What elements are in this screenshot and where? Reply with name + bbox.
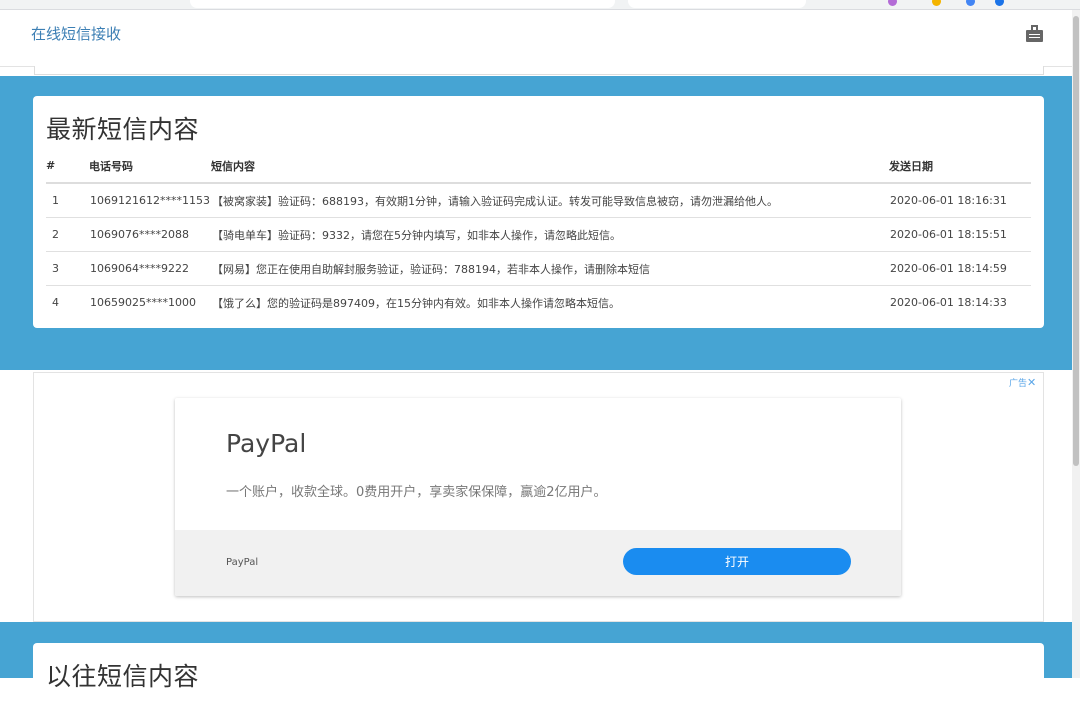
ad-choices-label: 广告 [1009,379,1028,389]
row-phone: 1069064****9222 [89,251,211,286]
row-date: 2020-06-01 18:14:59 [889,251,1031,286]
row-number: 2 [46,217,89,252]
navbar-toggle-button[interactable] [1024,23,1046,45]
row-content: 【饿了么】您的验证码是897409，在15分钟内有效。如非本人操作请忽略本短信。 [211,296,620,310]
toolbox-icon [1029,37,1040,38]
row-phone: 1069076****2088 [89,217,211,252]
scrollbar-thumb[interactable] [1073,16,1079,466]
row-content: 【被窝家装】验证码：688193，有效期1分钟，请输入验证码完成认证。转发可能导… [210,183,889,218]
navbar: 在线短信接收 [0,10,1072,67]
row-date: 2020-06-01 18:15:51 [889,217,1031,252]
ad-open-button[interactable]: 打开 [623,548,851,575]
extension-icon[interactable] [932,0,941,6]
extension-icon[interactable] [995,0,1004,6]
ad-brand: PayPal [226,557,259,568]
row-date: 2020-06-01 18:14:33 [890,296,1007,309]
browser-toolbar [0,0,1080,10]
table-row: 4 10659025****1000 【饿了么】您的验证码是897409，在15… [46,286,1031,320]
search-box[interactable] [628,0,806,8]
extension-icon[interactable] [966,0,975,6]
ad-card[interactable]: PayPal 一个账户，收款全球。0费用开户，享卖家保保障，赢逾2亿用户。 Pa… [175,398,901,596]
table-row: 1 1069121612****1153 【被窝家装】验证码：688193，有效… [46,183,1031,218]
extension-icon[interactable] [888,0,897,6]
table-header-row: # 电话号码 短信内容 发送日期 [46,149,1031,184]
ad-description: 一个账户，收款全球。0费用开户，享卖家保保障，赢逾2亿用户。 [226,485,607,500]
latest-messages-table: # 电话号码 短信内容 发送日期 1 1069121612****1153 【被… [46,149,1031,319]
previous-messages-card: 以往短信内容 [33,643,1044,703]
latest-messages-card: 最新短信内容 # 电话号码 短信内容 发送日期 1 1069121612****… [33,96,1044,328]
previous-messages-title: 以往短信内容 [46,662,200,691]
site-brand-link[interactable]: 在线短信接收 [31,23,121,44]
toolbox-icon [1026,30,1043,42]
row-content: 【网易】您正在使用自助解封服务验证，验证码：788194，若非本人操作，请删除本… [210,251,889,286]
close-icon[interactable]: ✕ [1027,376,1036,389]
latest-messages-title: 最新短信内容 [46,115,200,144]
table-row: 3 1069064****9222 【网易】您正在使用自助解封服务验证，验证码：… [46,251,1031,286]
row-phone: 1069121612****1153 [89,183,211,218]
toolbox-icon [1029,34,1040,35]
column-header-number: # [46,149,89,184]
row-number: 3 [46,251,89,286]
column-header-content: 短信内容 [210,149,889,184]
ad-footer: PayPal 打开 [175,530,901,596]
row-number: 1 [46,183,89,218]
row-date: 2020-06-01 18:16:31 [889,183,1031,218]
table-row: 2 1069076****2088 【骑电单车】验证码：9332，请您在5分钟内… [46,217,1031,252]
column-header-date: 发送日期 [889,149,1031,184]
row-phone: 10659025****1000 [90,296,196,309]
ad-title[interactable]: PayPal [226,429,306,458]
address-bar[interactable] [190,0,615,8]
page-scrollbar[interactable] [1072,10,1080,678]
collapsed-panel [34,66,1044,75]
row-number: 4 [52,296,59,309]
row-content: 【骑电单车】验证码：9332，请您在5分钟内填写，如非本人操作，请忽略此短信。 [210,217,889,252]
column-header-phone: 电话号码 [89,149,211,184]
ad-choices-link[interactable]: 广告✕ [1009,376,1036,389]
